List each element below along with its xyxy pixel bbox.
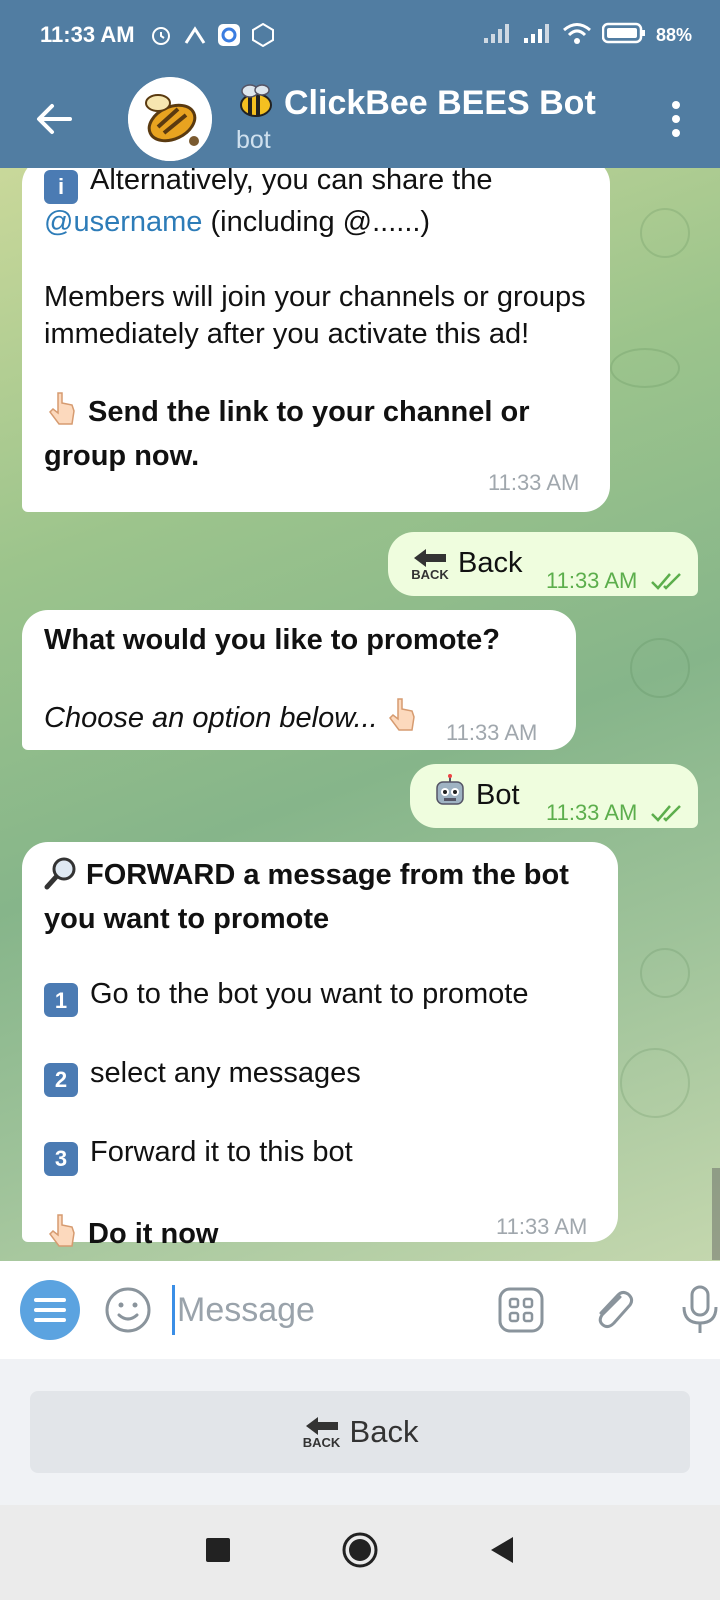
bot-commands-button[interactable] — [498, 1285, 544, 1335]
bee-emoji-icon — [236, 83, 276, 124]
battery-percent: 88% — [655, 24, 692, 45]
message-cta: Send the link to your channel or group n… — [44, 396, 530, 472]
attach-button[interactable] — [590, 1285, 636, 1335]
magnifier-icon — [44, 856, 78, 901]
message-time: 11:33 AM — [546, 800, 638, 825]
incoming-message[interactable]: What would you like to promote? Choose a… — [22, 610, 576, 750]
status-time: 11:33 AM — [40, 22, 135, 47]
bee-logo-icon — [128, 77, 212, 161]
incoming-message[interactable]: FORWARD a message from the bot you want … — [22, 842, 618, 1250]
background-doodle — [620, 1048, 690, 1118]
back-emoji-icon: BACK — [410, 548, 450, 581]
outgoing-message[interactable]: BACK Back 11:33 AM — [388, 532, 698, 596]
keycap-2-icon: 2 — [44, 1062, 78, 1097]
grid-icon — [498, 1287, 544, 1333]
circle-icon — [342, 1532, 378, 1568]
step-text: select any messages — [90, 1056, 361, 1089]
outgoing-message[interactable]: Bot 11:33 AM — [410, 764, 698, 828]
keyboard-button-label: Back — [349, 1414, 419, 1449]
background-doodle — [610, 348, 680, 388]
chat-header: ClickBee BEES Bot bot — [0, 70, 720, 168]
message-text: Members will join your channels or group… — [44, 280, 586, 351]
mi-icon — [251, 23, 275, 47]
home-button[interactable] — [341, 1531, 379, 1574]
step-text: Forward it to this bot — [90, 1136, 353, 1168]
pointing-down-icon — [384, 697, 420, 744]
signal-app-icon — [183, 23, 207, 47]
message-text: Bot — [476, 779, 520, 812]
message-text: Alternatively, you can share the — [90, 168, 493, 196]
alarm-icon — [149, 23, 173, 47]
pointing-down-icon — [44, 1213, 80, 1260]
keycap-3-icon: 3 — [44, 1141, 78, 1176]
read-checks-icon — [650, 796, 686, 834]
wifi-icon — [562, 21, 592, 50]
background-doodle — [630, 638, 690, 698]
smiley-icon — [105, 1287, 151, 1333]
app-notification-icon — [217, 23, 241, 47]
message-cta: Do it now — [88, 1218, 219, 1251]
read-checks-icon — [650, 564, 686, 602]
bot-menu-button[interactable] — [20, 1280, 80, 1340]
triangle-left-icon — [491, 1537, 513, 1563]
message-title: What would you like to promote? — [44, 624, 500, 656]
background-doodle — [640, 208, 690, 258]
message-time: 11:33 AM — [488, 470, 580, 495]
voice-record-button[interactable] — [680, 1285, 720, 1335]
battery-icon — [601, 21, 646, 50]
message-time: 11:33 AM — [496, 1214, 588, 1239]
bot-keyboard: BACK Back — [0, 1359, 720, 1505]
username-link[interactable]: @username — [44, 206, 202, 238]
background-doodle — [640, 948, 690, 998]
bot-avatar[interactable] — [128, 77, 212, 161]
arrow-left-icon — [37, 104, 72, 134]
chat-title: ClickBee BEES Bot — [284, 84, 596, 122]
incoming-message[interactable]: i Alternatively, you can share the @usern… — [22, 168, 610, 512]
message-text: Choose an option below... — [44, 702, 378, 734]
chat-subtitle: bot — [236, 126, 271, 154]
info-icon: i — [44, 169, 78, 204]
message-text: Back — [458, 547, 523, 580]
status-bar: 11:33 AM 88% — [0, 0, 720, 70]
recents-button[interactable] — [205, 1537, 231, 1568]
system-back-button[interactable] — [489, 1536, 515, 1569]
message-text: (including @......) — [202, 205, 431, 238]
robot-icon — [432, 773, 468, 819]
square-icon — [206, 1538, 230, 1562]
cell-signal-icon — [482, 22, 512, 49]
message-input-bar — [0, 1261, 720, 1359]
microphone-icon — [682, 1285, 718, 1333]
chat-area[interactable]: i Alternatively, you can share the @usern… — [0, 168, 720, 1261]
message-time: 11:33 AM — [546, 568, 638, 593]
message-input[interactable] — [172, 1285, 412, 1335]
keyboard-back-button[interactable]: BACK Back — [30, 1391, 690, 1473]
paperclip-icon — [598, 1290, 634, 1329]
back-emoji-icon: BACK — [302, 1416, 342, 1449]
system-nav-bar — [0, 1505, 720, 1600]
message-title: FORWARD a message from the bot you want … — [44, 859, 569, 935]
more-options-button[interactable] — [666, 91, 686, 147]
cell-signal-2-icon — [522, 22, 552, 49]
step-text: Go to the bot you want to promote — [90, 977, 529, 1010]
message-time: 11:33 AM — [446, 720, 538, 745]
back-arrow-button[interactable] — [26, 91, 82, 147]
pointing-down-icon — [44, 391, 80, 438]
chat-scrollbar[interactable] — [712, 1168, 720, 1260]
emoji-button[interactable] — [104, 1286, 152, 1334]
keycap-1-icon: 1 — [44, 983, 78, 1018]
